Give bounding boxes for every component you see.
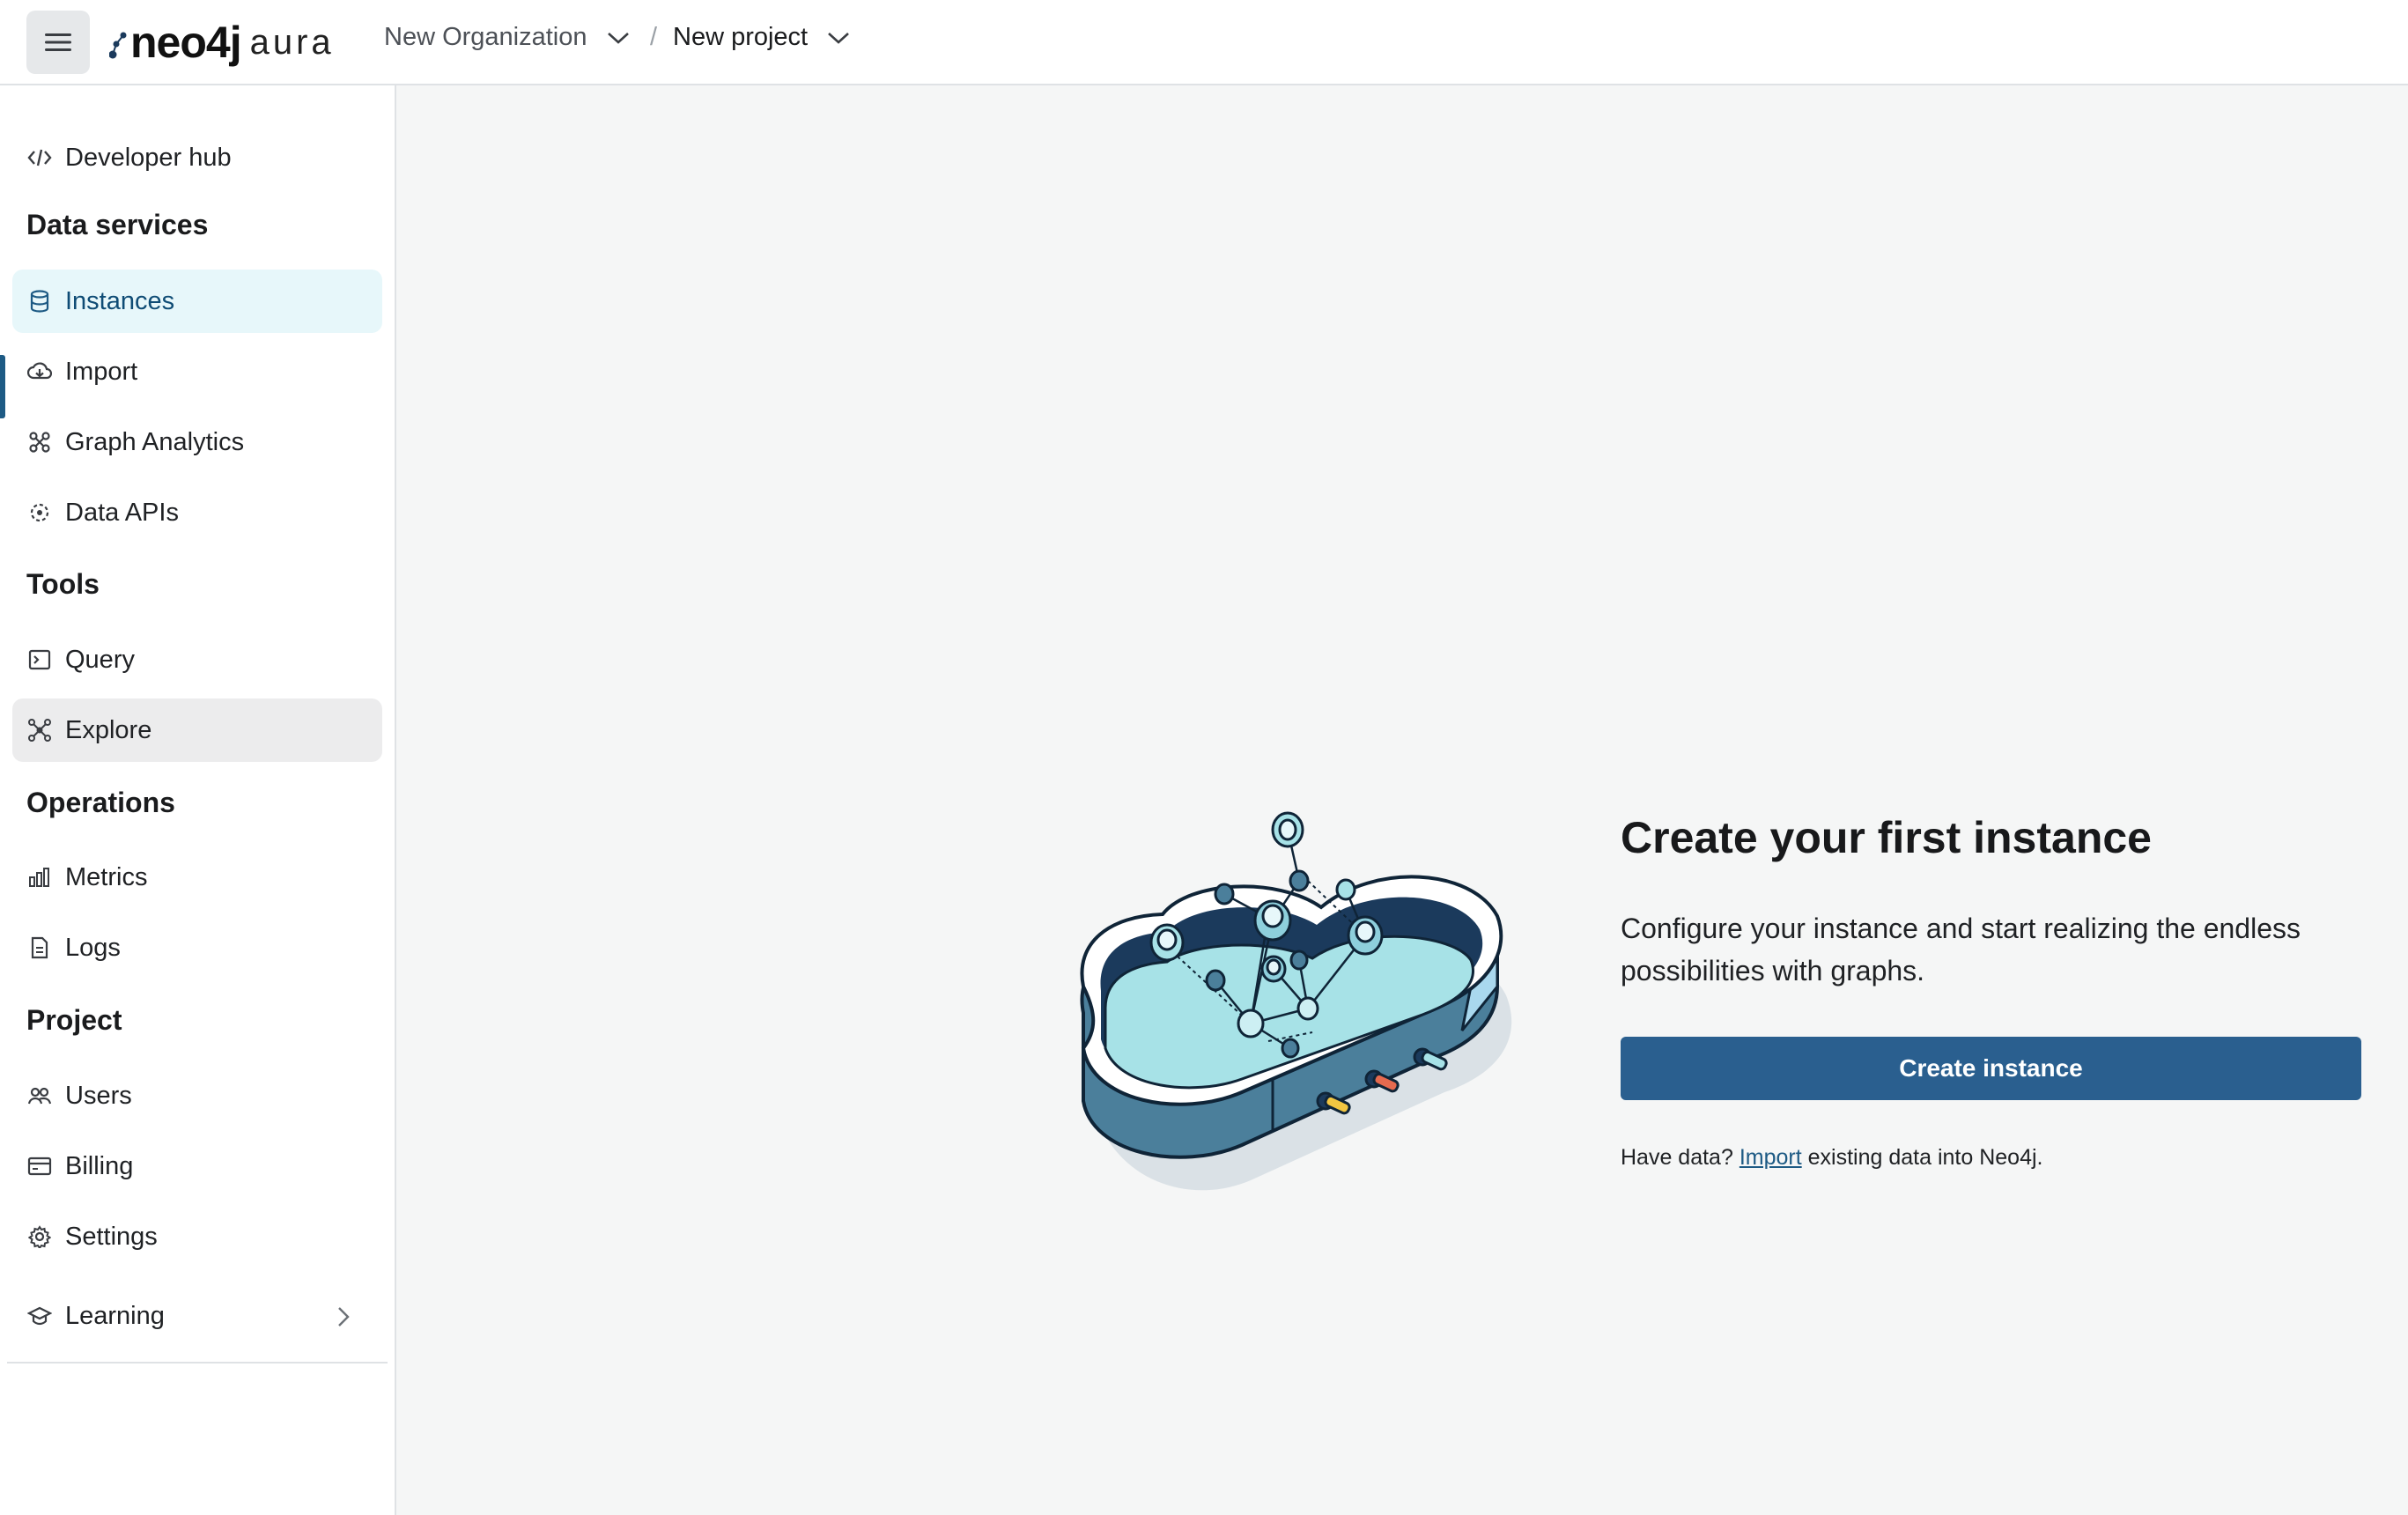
sidebar-item-data-apis[interactable]: Data APIs	[12, 481, 382, 544]
empty-state-title: Create your first instance	[1621, 813, 2152, 862]
breadcrumb-separator: /	[650, 23, 658, 51]
section-data-services: Data services	[26, 209, 209, 240]
neo4j-aura-logo[interactable]: neo4j aura	[109, 12, 335, 72]
sidebar-item-learning[interactable]: Learning	[12, 1284, 382, 1348]
cloud-database-illustration	[1080, 811, 1512, 1191]
org-name: New Organization	[384, 23, 587, 51]
logo-dots-icon	[109, 32, 127, 59]
cloud-download-icon	[26, 358, 53, 385]
chevron-down-icon	[828, 32, 849, 44]
sidebar-item-metrics[interactable]: Metrics	[12, 846, 382, 909]
import-note: Have data? Import existing data into Neo…	[1621, 1145, 2042, 1171]
sidebar-item-label: Billing	[65, 1151, 134, 1180]
sidebar-item-label: Import	[65, 357, 138, 386]
database-icon	[26, 288, 53, 314]
hamburger-icon	[45, 33, 71, 51]
sidebar: Developer hub Data services Instances Im…	[0, 85, 396, 1515]
sidebar-item-label: Users	[65, 1081, 132, 1110]
top-bar: neo4j aura New Organization / New projec…	[0, 0, 2408, 85]
sidebar-item-explore[interactable]: Explore	[12, 698, 382, 762]
sidebar-divider	[7, 1362, 388, 1364]
sidebar-item-developer-hub[interactable]: Developer hub	[12, 126, 382, 189]
chevron-down-icon	[607, 32, 629, 44]
menu-button[interactable]	[26, 11, 90, 74]
sidebar-item-settings[interactable]: Settings	[12, 1205, 382, 1268]
section-project: Project	[26, 1004, 122, 1036]
graduation-cap-icon	[26, 1303, 53, 1329]
gear-icon	[26, 1223, 53, 1250]
explore-graph-icon	[26, 717, 53, 743]
section-operations: Operations	[26, 787, 175, 818]
logo-neo4j: neo4j	[130, 18, 242, 67]
sidebar-item-graph-analytics[interactable]: Graph Analytics	[12, 410, 382, 474]
sidebar-item-label: Settings	[65, 1222, 158, 1251]
project-selector[interactable]: New project	[673, 23, 850, 52]
sidebar-item-label: Query	[65, 645, 135, 674]
sidebar-item-users[interactable]: Users	[12, 1064, 382, 1127]
active-indicator	[0, 355, 5, 418]
code-icon	[26, 144, 53, 171]
document-icon	[26, 935, 53, 961]
users-icon	[26, 1083, 53, 1109]
sidebar-item-label: Explore	[65, 715, 152, 744]
empty-state-description: Configure your instance and start realiz…	[1621, 913, 2301, 987]
logo-aura: aura	[249, 22, 335, 62]
terminal-icon	[26, 647, 53, 673]
sidebar-item-instances[interactable]: Instances	[12, 270, 382, 333]
bar-chart-icon	[26, 864, 53, 891]
credit-card-icon	[26, 1153, 53, 1179]
sidebar-item-label: Graph Analytics	[65, 427, 245, 456]
graph-analytics-icon	[26, 429, 53, 455]
sidebar-item-billing[interactable]: Billing	[12, 1134, 382, 1198]
org-selector[interactable]: New Organization	[384, 23, 630, 52]
data-api-icon	[26, 499, 53, 526]
import-note-suffix: existing data into Neo4j.	[1807, 1145, 2043, 1170]
sidebar-item-label: Developer hub	[65, 143, 232, 172]
sidebar-item-query[interactable]: Query	[12, 628, 382, 691]
section-tools: Tools	[26, 568, 100, 600]
chevron-right-icon	[338, 1307, 350, 1327]
sidebar-item-logs[interactable]: Logs	[12, 916, 382, 979]
sidebar-item-label: Metrics	[65, 862, 148, 891]
sidebar-item-label: Instances	[65, 286, 175, 315]
import-link[interactable]: Import	[1740, 1145, 1802, 1170]
import-note-prefix: Have data?	[1621, 1145, 1733, 1170]
sidebar-item-label: Learning	[65, 1301, 165, 1330]
sidebar-item-label: Logs	[65, 933, 121, 962]
sidebar-item-import[interactable]: Import	[12, 340, 382, 403]
create-instance-button[interactable]: Create instance	[1621, 1037, 2361, 1100]
sidebar-item-label: Data APIs	[65, 498, 179, 527]
project-name: New project	[673, 23, 809, 51]
